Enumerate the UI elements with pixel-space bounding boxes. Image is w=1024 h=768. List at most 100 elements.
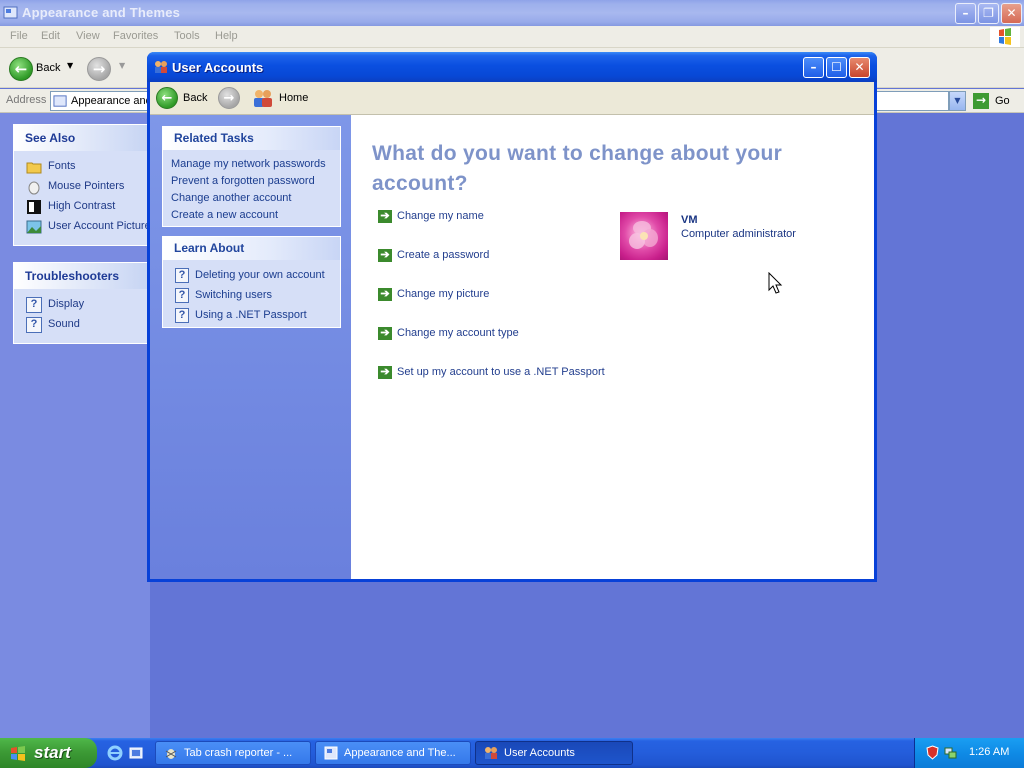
bg-window-title: Appearance and Themes — [22, 5, 181, 20]
action-label: Create a password — [397, 249, 490, 261]
chevron-down-icon[interactable]: ▼ — [119, 61, 125, 70]
help-icon: ? — [26, 297, 42, 313]
related-task-change-another-account[interactable]: Change another account — [163, 190, 340, 207]
menu-edit[interactable]: Edit — [41, 30, 60, 42]
green-arrow-icon: ➔ — [378, 288, 392, 301]
address-value: Appearance and — [71, 95, 152, 107]
action-change-name[interactable]: ➔ Change my name — [378, 209, 484, 225]
related-task-create-account[interactable]: Create a new account — [163, 207, 340, 224]
chevron-down-icon[interactable]: ▼ — [67, 61, 73, 70]
account-name: VM — [681, 214, 698, 226]
task-appearance-themes[interactable]: Appearance and The... — [315, 741, 471, 765]
menu-view[interactable]: View — [76, 30, 100, 42]
task-label: Appearance and The... — [344, 747, 456, 759]
ua-task-pane: Related Tasks Manage my network password… — [150, 115, 351, 579]
flower-icon — [629, 221, 658, 249]
see-also-label: User Account Picture — [48, 220, 151, 232]
windows-logo-icon — [990, 27, 1020, 47]
bg-menu-bar: File Edit View Favorites Tools Help — [0, 26, 1024, 48]
users-icon — [155, 61, 167, 73]
security-shield-icon[interactable] — [925, 745, 940, 760]
show-desktop-icon[interactable] — [128, 745, 144, 761]
action-change-account-type[interactable]: ➔ Change my account type — [378, 326, 519, 342]
ua-back-button[interactable]: Back — [183, 92, 207, 104]
address-dropdown-icon[interactable]: ▼ — [949, 91, 966, 111]
ua-minimize-button[interactable]: – — [803, 57, 824, 78]
control-panel-icon — [53, 95, 67, 107]
task-user-accounts[interactable]: User Accounts — [475, 741, 633, 765]
menu-help[interactable]: Help — [215, 30, 238, 42]
action-change-picture[interactable]: ➔ Change my picture — [378, 287, 489, 303]
bg-title-bar[interactable]: Appearance and Themes – ❐ ✕ — [0, 0, 1024, 26]
home-users-icon[interactable] — [252, 88, 274, 108]
action-net-passport[interactable]: ➔ Set up my account to use a .NET Passpo… — [378, 365, 605, 381]
action-create-password[interactable]: ➔ Create a password — [378, 248, 489, 264]
start-label: start — [34, 743, 71, 762]
menu-file[interactable]: File — [10, 30, 28, 42]
address-input-tail[interactable] — [875, 91, 949, 111]
troubleshooter-item-display[interactable]: ? Display — [14, 295, 152, 315]
mouse-icon — [28, 181, 40, 195]
mouse-cursor-icon — [768, 272, 783, 294]
action-label: Change my picture — [397, 288, 490, 300]
ua-forward-arrow-icon[interactable]: → — [218, 87, 240, 109]
start-button[interactable]: start — [0, 738, 97, 768]
action-label: Set up my account to use a .NET Passport — [397, 366, 605, 378]
network-icon[interactable] — [943, 745, 958, 760]
bg-minimize-button[interactable]: – — [955, 3, 976, 24]
internet-explorer-icon[interactable] — [107, 745, 123, 761]
action-label: Change my account type — [397, 327, 519, 339]
see-also-item-high-contrast[interactable]: High Contrast — [14, 197, 152, 217]
related-tasks-title: Related Tasks — [163, 127, 340, 150]
menu-tools[interactable]: Tools — [174, 30, 200, 42]
help-icon: ? — [175, 308, 189, 323]
task-label: Tab crash reporter - ... — [184, 747, 293, 759]
ua-close-button[interactable]: ✕ — [849, 57, 870, 78]
related-task-manage-passwords[interactable]: Manage my network passwords — [163, 156, 340, 173]
ua-back-arrow-icon[interactable]: ← — [156, 87, 178, 109]
go-button[interactable]: Go — [995, 95, 1010, 107]
troubleshooter-label: Sound — [48, 318, 80, 330]
see-also-label: Fonts — [48, 160, 76, 172]
bg-forward-arrow-icon[interactable]: → — [87, 57, 111, 81]
troubleshooter-label: Display — [48, 298, 85, 310]
learn-item-switching-users[interactable]: ? Switching users — [163, 286, 340, 306]
learn-item-deleting-account[interactable]: ? Deleting your own account — [163, 266, 340, 286]
ua-home-button[interactable]: Home — [279, 92, 308, 104]
learn-about-box: Learn About ? Deleting your own account … — [162, 236, 341, 328]
go-arrow-icon[interactable]: → — [973, 93, 989, 109]
bg-close-button[interactable]: ✕ — [1001, 3, 1022, 24]
ua-title-bar[interactable]: User Accounts – ☐ ✕ — [147, 52, 877, 82]
troubleshooters-box: Troubleshooters ? Display ? Sound — [13, 262, 153, 344]
address-input[interactable]: Appearance and — [50, 91, 152, 111]
user-accounts-window: User Accounts – ☐ ✕ ← Back → Home Relate… — [147, 52, 877, 582]
clock: 1:26 AM — [969, 746, 1010, 758]
help-icon: ? — [26, 317, 42, 333]
learn-about-title: Learn About — [163, 237, 340, 260]
see-also-item-user-account-picture[interactable]: User Account Picture — [14, 217, 152, 237]
contrast-icon — [27, 200, 41, 214]
taskbar: start Tab crash reporter - ... Appearanc… — [0, 738, 1024, 768]
menu-favorites[interactable]: Favorites — [113, 30, 158, 42]
see-also-item-fonts[interactable]: Fonts — [14, 157, 152, 177]
related-task-prevent-forgotten-password[interactable]: Prevent a forgotten password — [163, 173, 340, 190]
folder-icon — [26, 162, 42, 174]
control-panel-icon — [324, 746, 338, 760]
green-arrow-icon: ➔ — [378, 210, 392, 223]
see-also-box: See Also Fonts Mouse Pointers High Contr… — [13, 124, 153, 246]
ua-maximize-button[interactable]: ☐ — [826, 57, 847, 78]
see-also-item-mouse-pointers[interactable]: Mouse Pointers — [14, 177, 152, 197]
bg-back-arrow-icon[interactable]: ← — [9, 57, 33, 81]
learn-item-net-passport[interactable]: ? Using a .NET Passport — [163, 306, 340, 326]
bg-restore-button[interactable]: ❐ — [978, 3, 999, 24]
bg-task-pane: See Also Fonts Mouse Pointers High Contr… — [0, 113, 153, 738]
ua-window-title: User Accounts — [172, 60, 264, 75]
troubleshooter-item-sound[interactable]: ? Sound — [14, 315, 152, 335]
green-arrow-icon: ➔ — [378, 366, 392, 379]
control-panel-icon — [3, 6, 18, 19]
help-icon: ? — [175, 288, 189, 303]
learn-item-label: Using a .NET Passport — [195, 309, 307, 321]
learn-item-label: Deleting your own account — [195, 269, 325, 281]
bg-back-label[interactable]: Back — [36, 62, 60, 74]
task-tab-crash-reporter[interactable]: Tab crash reporter - ... — [155, 741, 311, 765]
